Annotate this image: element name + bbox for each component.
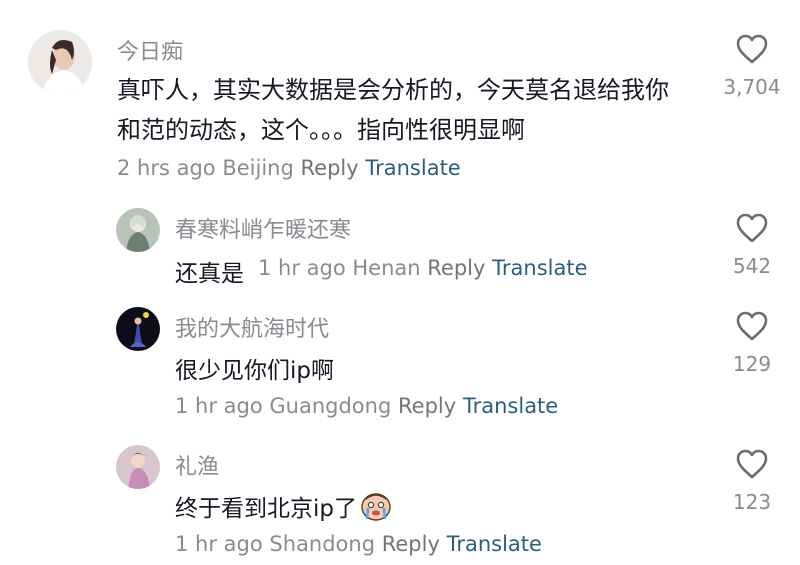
- comment-meta: 1 hr ago Guangdong Reply Translate: [175, 394, 558, 418]
- comment-meta: 1 hr ago Henan Reply Translate: [258, 256, 588, 280]
- avatar[interactable]: [116, 307, 160, 351]
- comment-text: 终于看到北京ip了: [175, 489, 393, 529]
- comment-text: 还真是: [175, 261, 244, 287]
- translate-button[interactable]: Translate: [447, 532, 542, 556]
- timestamp: 2 hrs ago: [117, 156, 216, 180]
- avatar[interactable]: [28, 30, 92, 94]
- location: Henan: [352, 256, 421, 280]
- like-button[interactable]: 123: [712, 448, 792, 514]
- timestamp: 1 hr ago: [258, 256, 346, 280]
- comment-text: 很少见你们ip啊: [175, 358, 334, 384]
- comment-meta: 1 hr ago Shandong Reply Translate: [175, 532, 542, 556]
- avatar[interactable]: [116, 445, 160, 489]
- username[interactable]: 春寒料峭乍暖还寒: [175, 212, 351, 244]
- username[interactable]: 我的大航海时代: [175, 311, 329, 343]
- like-count: 3,704: [723, 75, 781, 99]
- heart-outline-icon: [736, 213, 768, 243]
- like-count: 123: [732, 490, 772, 514]
- heart-outline-icon: [736, 34, 768, 64]
- like-button[interactable]: 542: [712, 212, 792, 278]
- comment-meta: 2 hrs ago Beijing Reply Translate: [117, 156, 461, 180]
- location: Shandong: [269, 532, 376, 556]
- heart-outline-icon: [736, 449, 768, 479]
- location: Beijing: [222, 156, 294, 180]
- timestamp: 1 hr ago: [175, 394, 263, 418]
- avatar[interactable]: [116, 208, 160, 252]
- crying-face-emoji: [359, 491, 393, 529]
- comment-text-content: 终于看到北京ip了: [175, 496, 357, 522]
- heart-outline-icon: [736, 311, 768, 341]
- reply-button[interactable]: Reply: [398, 394, 456, 418]
- reply-button[interactable]: Reply: [301, 156, 359, 180]
- reply-button[interactable]: Reply: [382, 532, 440, 556]
- like-count: 542: [732, 254, 772, 278]
- like-button[interactable]: 129: [712, 310, 792, 376]
- location: Guangdong: [269, 394, 392, 418]
- username[interactable]: 今日痴: [117, 34, 183, 66]
- reply-button[interactable]: Reply: [427, 256, 485, 280]
- comment-text-line-1: 真吓人，其实大数据是会分析的，今天莫名退给我你: [117, 76, 669, 104]
- comment-text-line-2: 和范的动态，这个。。。指向性很明显啊: [117, 116, 525, 144]
- timestamp: 1 hr ago: [175, 532, 263, 556]
- like-button[interactable]: 3,704: [712, 33, 792, 99]
- translate-button[interactable]: Translate: [463, 394, 558, 418]
- like-count: 129: [732, 352, 772, 376]
- translate-button[interactable]: Translate: [365, 156, 460, 180]
- username[interactable]: 礼渔: [175, 449, 219, 481]
- translate-button[interactable]: Translate: [492, 256, 587, 280]
